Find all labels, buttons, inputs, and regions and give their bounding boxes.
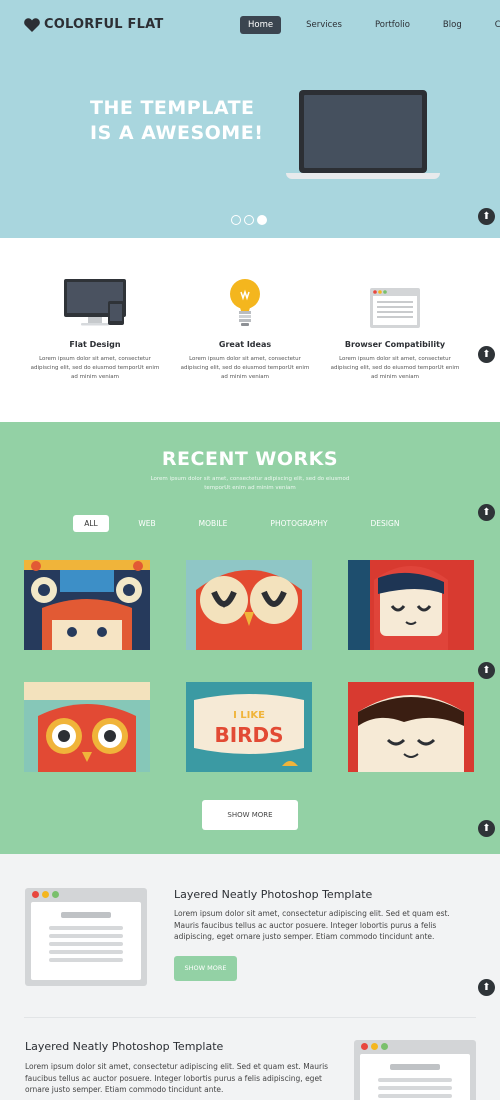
hero-title-line-2: IS A AWESOME!	[90, 122, 264, 144]
feature-browser-compatibility: Browser Compatibility Lorem ipsum dolor …	[315, 278, 475, 382]
logo[interactable]: COLORFUL FLAT	[24, 17, 163, 32]
block-text: Lorem ipsum dolor sit amet, consectetur …	[25, 1062, 329, 1094]
main-nav: Home Services Portfolio Blog Contact	[240, 16, 500, 34]
block-text: Lorem ipsum dolor sit amet, consectetur …	[174, 909, 450, 941]
computer-devices-icon	[15, 278, 175, 328]
red-hood-boy-illustration	[348, 560, 474, 650]
orange-owl-illustration	[24, 682, 150, 772]
feature-flat-design: Flat Design Lorem ipsum dolor sit amet, …	[15, 278, 175, 382]
portfolio-item-smiling-face[interactable]	[348, 682, 474, 772]
browser-window-icon	[315, 278, 475, 328]
nav-home[interactable]: Home	[240, 16, 282, 34]
arrow-up-icon[interactable]: ⬆	[478, 662, 495, 679]
feature-text: Lorem ipsum dolor sit amet, consectetur …	[330, 356, 460, 380]
recent-works-section: RECENT WORKS Lorem ipsum dolor sit amet,…	[0, 422, 500, 854]
block-title: Layered Neatly Photoshop Template	[174, 888, 373, 901]
thumb-text-top: I LIKE	[233, 710, 265, 721]
heart-icon	[24, 17, 40, 32]
feature-title: Great Ideas	[218, 340, 272, 349]
smiling-face-illustration	[348, 682, 474, 772]
laptop-illustration	[286, 90, 440, 180]
arrow-up-icon[interactable]: ⬆	[478, 208, 495, 225]
hero-title-line-1: THE TEMPLATE	[90, 97, 255, 119]
filter-photography[interactable]: PHOTOGRAPHY	[263, 515, 335, 532]
monster-illustration	[24, 560, 150, 650]
hero-section: COLORFUL FLAT Home Services Portfolio Bl…	[0, 0, 500, 238]
thumb-text-bottom: BIRDS	[214, 723, 283, 747]
features-section: Flat Design Lorem ipsum dolor sit amet, …	[0, 238, 500, 422]
feature-text: Lorem ipsum dolor sit amet, consectetur …	[180, 356, 310, 380]
owl-illustration	[186, 560, 312, 650]
browser-window-icon	[354, 1040, 476, 1100]
slider-dot-3[interactable]	[257, 215, 267, 225]
divider	[24, 1017, 476, 1018]
filter-web[interactable]: WEB	[132, 515, 162, 532]
details-section: Layered Neatly Photoshop Template Lorem …	[0, 854, 500, 1100]
filter-all[interactable]: ALL	[73, 515, 109, 532]
block-title: Layered Neatly Photoshop Template	[25, 1040, 224, 1053]
filter-design[interactable]: DESIGN	[362, 515, 408, 532]
arrow-up-icon[interactable]: ⬆	[478, 820, 495, 837]
i-like-birds-illustration: I LIKE BIRDS	[186, 682, 312, 772]
portfolio-item-owl[interactable]	[186, 560, 312, 650]
slider-dots	[231, 215, 267, 225]
feature-title: Flat Design	[69, 340, 121, 349]
arrow-up-icon[interactable]: ⬆	[478, 504, 495, 521]
show-more-button[interactable]: SHOW MORE	[202, 800, 298, 830]
portfolio-item-orange-owl[interactable]	[24, 682, 150, 772]
lightbulb-icon	[165, 278, 325, 328]
nav-blog[interactable]: Blog	[435, 16, 470, 34]
nav-contact[interactable]: Contact	[487, 16, 500, 34]
laptop-screen	[299, 90, 427, 173]
nav-services[interactable]: Services	[298, 16, 350, 34]
show-more-button[interactable]: SHOW MORE	[174, 956, 237, 981]
feature-text: Lorem ipsum dolor sit amet, consectetur …	[30, 356, 160, 380]
portfolio-item-red-hood[interactable]	[348, 560, 474, 650]
portfolio-item-monster[interactable]	[24, 560, 150, 650]
feature-great-ideas: Great Ideas Lorem ipsum dolor sit amet, …	[165, 278, 325, 382]
slider-dot-1[interactable]	[231, 215, 241, 225]
browser-window-icon	[25, 888, 147, 986]
section-subtitle: Lorem ipsum dolor sit amet, consectetur …	[150, 476, 350, 491]
section-title: RECENT WORKS	[161, 448, 339, 470]
arrow-up-icon[interactable]: ⬆	[478, 346, 495, 363]
filter-mobile[interactable]: MOBILE	[190, 515, 236, 532]
arrow-up-icon[interactable]: ⬆	[478, 979, 495, 996]
feature-title: Browser Compatibility	[344, 340, 446, 349]
portfolio-item-i-like-birds[interactable]: I LIKE BIRDS	[186, 682, 312, 772]
hero-title: THE TEMPLATE IS A AWESOME!	[90, 96, 263, 146]
slider-dot-2[interactable]	[244, 215, 254, 225]
logo-text: COLORFUL FLAT	[44, 17, 164, 32]
nav-portfolio[interactable]: Portfolio	[367, 16, 418, 34]
laptop-base	[286, 173, 440, 179]
